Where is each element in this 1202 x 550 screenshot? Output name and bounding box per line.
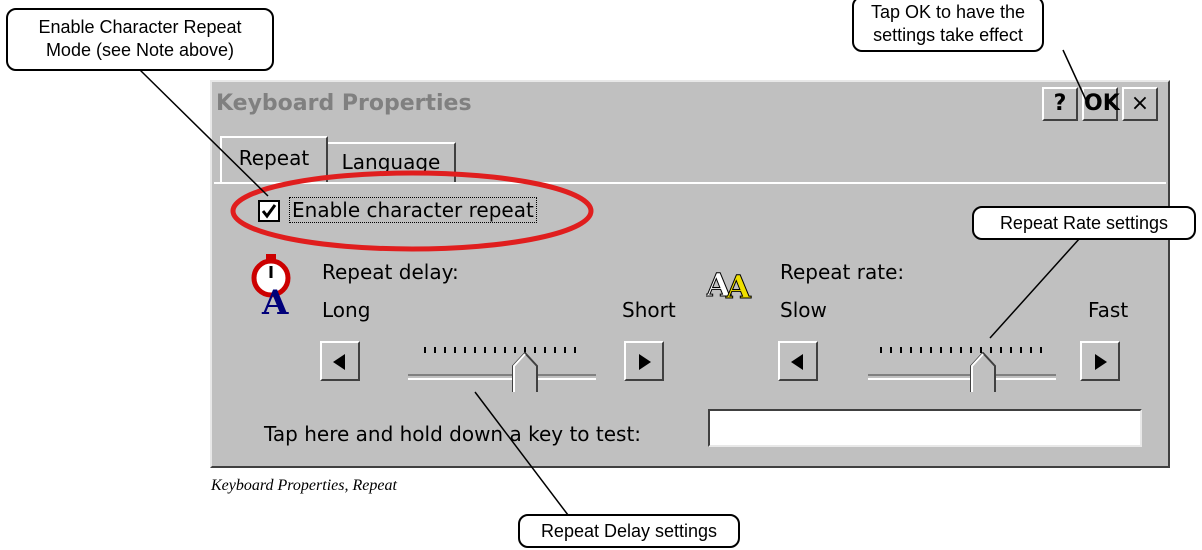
callout-repeat-delay: Repeat Delay settings — [518, 514, 740, 548]
callout-ok-line-2: settings take effect — [873, 25, 1023, 45]
callout-ok-line-1: Tap OK to have the — [870, 2, 1026, 22]
callout-enable-line-1: Enable Character Repeat — [38, 17, 242, 37]
callout-repeat-rate: Repeat Rate settings — [972, 206, 1196, 240]
callout-leader-lines — [139, 49, 1087, 516]
callout-ok: Tap OK to have the settings take effect — [852, 0, 1044, 52]
figure-caption: Keyboard Properties, Repeat — [211, 477, 397, 494]
callout-enable-line-2: Mode (see Note above) — [45, 40, 235, 60]
callout-enable-repeat: Enable Character Repeat Mode (see Note a… — [6, 8, 274, 71]
